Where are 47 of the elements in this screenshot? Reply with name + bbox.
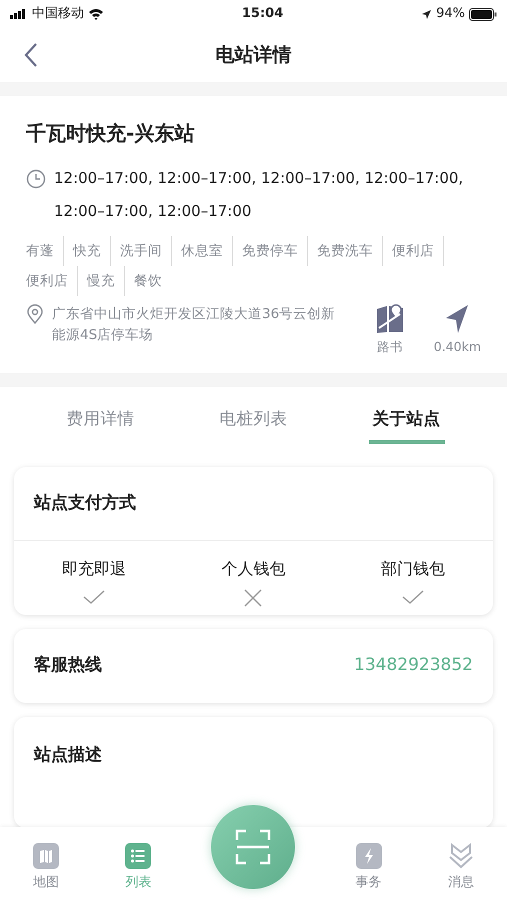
- navigate-button[interactable]: 0.40km: [434, 304, 481, 357]
- bottom-tab[interactable]: 地图: [27, 827, 66, 894]
- lightning-icon: [356, 843, 382, 869]
- facility-tag: 便利店: [392, 236, 444, 266]
- facility-tag: 便利店: [26, 266, 78, 296]
- status-time: 15:04: [242, 5, 284, 24]
- description-title: 站点描述: [34, 744, 102, 765]
- battery-icon: [469, 8, 498, 20]
- tab[interactable]: 电桩列表: [216, 394, 292, 444]
- facility-tag: 免费停车: [242, 236, 308, 266]
- facility-tag: 慢充: [87, 266, 125, 296]
- wifi-icon: [88, 8, 104, 20]
- facility-tag: 快充: [73, 236, 111, 266]
- back-button[interactable]: [24, 42, 38, 68]
- map-pin-icon: [376, 304, 404, 334]
- payment-method: 个人钱包: [221, 558, 286, 580]
- location-arrow-icon: [421, 8, 432, 20]
- tab[interactable]: 费用详情: [62, 394, 138, 444]
- bottom-tab[interactable]: 事务: [350, 827, 388, 894]
- carrier-name: 中国移动: [32, 5, 84, 24]
- facility-tag: 有蓬: [26, 236, 64, 266]
- opening-hours: 12:00–17:00, 12:00–17:00, 12:00–17:00, 12:00–17:00, 12:00–17:00, 12:00–17:00: [54, 168, 464, 222]
- navigation-arrow-icon: [444, 304, 470, 334]
- facility-tag: 餐饮: [134, 266, 171, 296]
- bottom-tab[interactable]: 消息: [442, 827, 480, 894]
- list-icon: [125, 843, 152, 869]
- payment-title: 站点支付方式: [34, 492, 136, 513]
- facility-tag: 洗手间: [120, 236, 172, 266]
- bottom-tab[interactable]: 列表: [119, 827, 158, 894]
- hotline-label: 客服热线: [34, 654, 102, 678]
- station-address: 广东省中山市火炬开发区江陵大道36号云创新能源4S店停车场: [52, 305, 336, 345]
- location-pin-icon: [26, 304, 44, 324]
- facility-tag: 休息室: [181, 236, 233, 266]
- station-name: 千瓦时快充-兴东站: [26, 120, 196, 147]
- payment-method: 部门钱包: [381, 558, 446, 580]
- signal-icon: [10, 9, 28, 19]
- battery-percent: 94%: [436, 5, 466, 24]
- page-title: 电站详情: [216, 42, 292, 68]
- map-icon: [33, 843, 60, 869]
- route-button[interactable]: 路书: [376, 304, 404, 357]
- phone-link[interactable]: 13482923852: [354, 653, 473, 679]
- scan-icon: [235, 829, 272, 865]
- tab[interactable]: 关于站点: [368, 394, 444, 444]
- clock-icon: [26, 169, 46, 189]
- payment-method: 即充即退: [62, 558, 126, 580]
- facility-tag: 免费洗车: [317, 236, 383, 266]
- back-icon: [24, 42, 38, 68]
